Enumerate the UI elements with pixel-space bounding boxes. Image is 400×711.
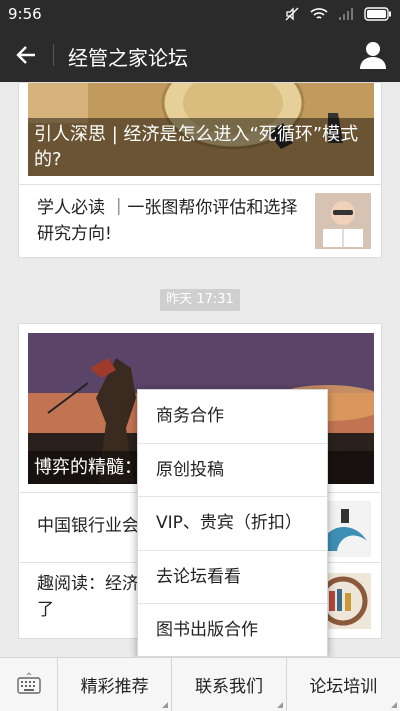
article-row[interactable]: 学人必读 ｜一张图帮你评估和选择研究方向!	[19, 184, 381, 258]
submenu-corner-icon	[390, 702, 397, 708]
bottom-menu-bar: 精彩推荐 联系我们 论坛培训	[0, 657, 400, 711]
arrow-left-icon	[16, 46, 35, 64]
back-button[interactable]	[8, 37, 44, 73]
menu-contact-label: 联系我们	[194, 677, 263, 697]
app-header: 经管之家论坛	[0, 28, 400, 82]
menu-item-business[interactable]: 商务合作	[138, 390, 327, 444]
menu-item-forum[interactable]: 去论坛看看	[138, 551, 327, 605]
header-divider	[53, 44, 54, 66]
battery-icon	[364, 7, 391, 21]
menu-contact[interactable]: 联系我们	[172, 658, 287, 711]
article-card: 引人深思 | 经济是怎么进入“死循环”模式的? 学人必读 ｜一张图帮你评估和选择…	[18, 82, 382, 258]
menu-item-vip[interactable]: VIP、贵宾（折扣）	[138, 497, 327, 551]
submenu-corner-icon	[162, 702, 169, 708]
article-row-title-line2: 了	[37, 600, 54, 620]
article-thumbnail	[315, 193, 371, 249]
keyboard-toggle-button[interactable]	[0, 658, 58, 711]
person-icon	[360, 42, 386, 69]
menu-item-publishing[interactable]: 图书出版合作	[138, 604, 327, 658]
submenu-corner-icon	[276, 702, 283, 708]
article-title: 引人深思 | 经济是怎么进入“死循环”模式的?	[28, 118, 374, 176]
menu-training-label: 论坛培训	[309, 677, 378, 697]
status-time: 9:56	[8, 5, 42, 23]
mute-icon	[285, 7, 299, 21]
menu-item-submit[interactable]: 原创投稿	[138, 444, 327, 498]
article-row-title: 学人必读 ｜一张图帮你评估和选择研究方向!	[37, 198, 298, 244]
wifi-icon	[310, 8, 328, 19]
signal-icon	[339, 8, 353, 20]
popup-menu: 商务合作 原创投稿 VIP、贵宾（折扣） 去论坛看看 图书出版合作	[137, 389, 328, 657]
profile-button[interactable]	[358, 40, 388, 70]
menu-featured[interactable]: 精彩推荐	[58, 658, 173, 711]
status-icons	[284, 6, 392, 22]
article-row-title: 中国银行业会	[37, 516, 139, 536]
status-bar: 9:56	[0, 0, 400, 28]
time-badge: 昨天 17:31	[160, 289, 240, 311]
article-hero[interactable]: 引人深思 | 经济是怎么进入“死循环”模式的?	[28, 83, 374, 176]
article-row-title: 趣阅读：经济	[37, 574, 139, 594]
menu-featured-label: 精彩推荐	[80, 677, 149, 697]
child-reading-image-icon	[315, 193, 371, 249]
keyboard-icon	[16, 672, 41, 694]
menu-training[interactable]: 论坛培训	[287, 658, 400, 711]
page-title: 经管之家论坛	[68, 46, 188, 70]
